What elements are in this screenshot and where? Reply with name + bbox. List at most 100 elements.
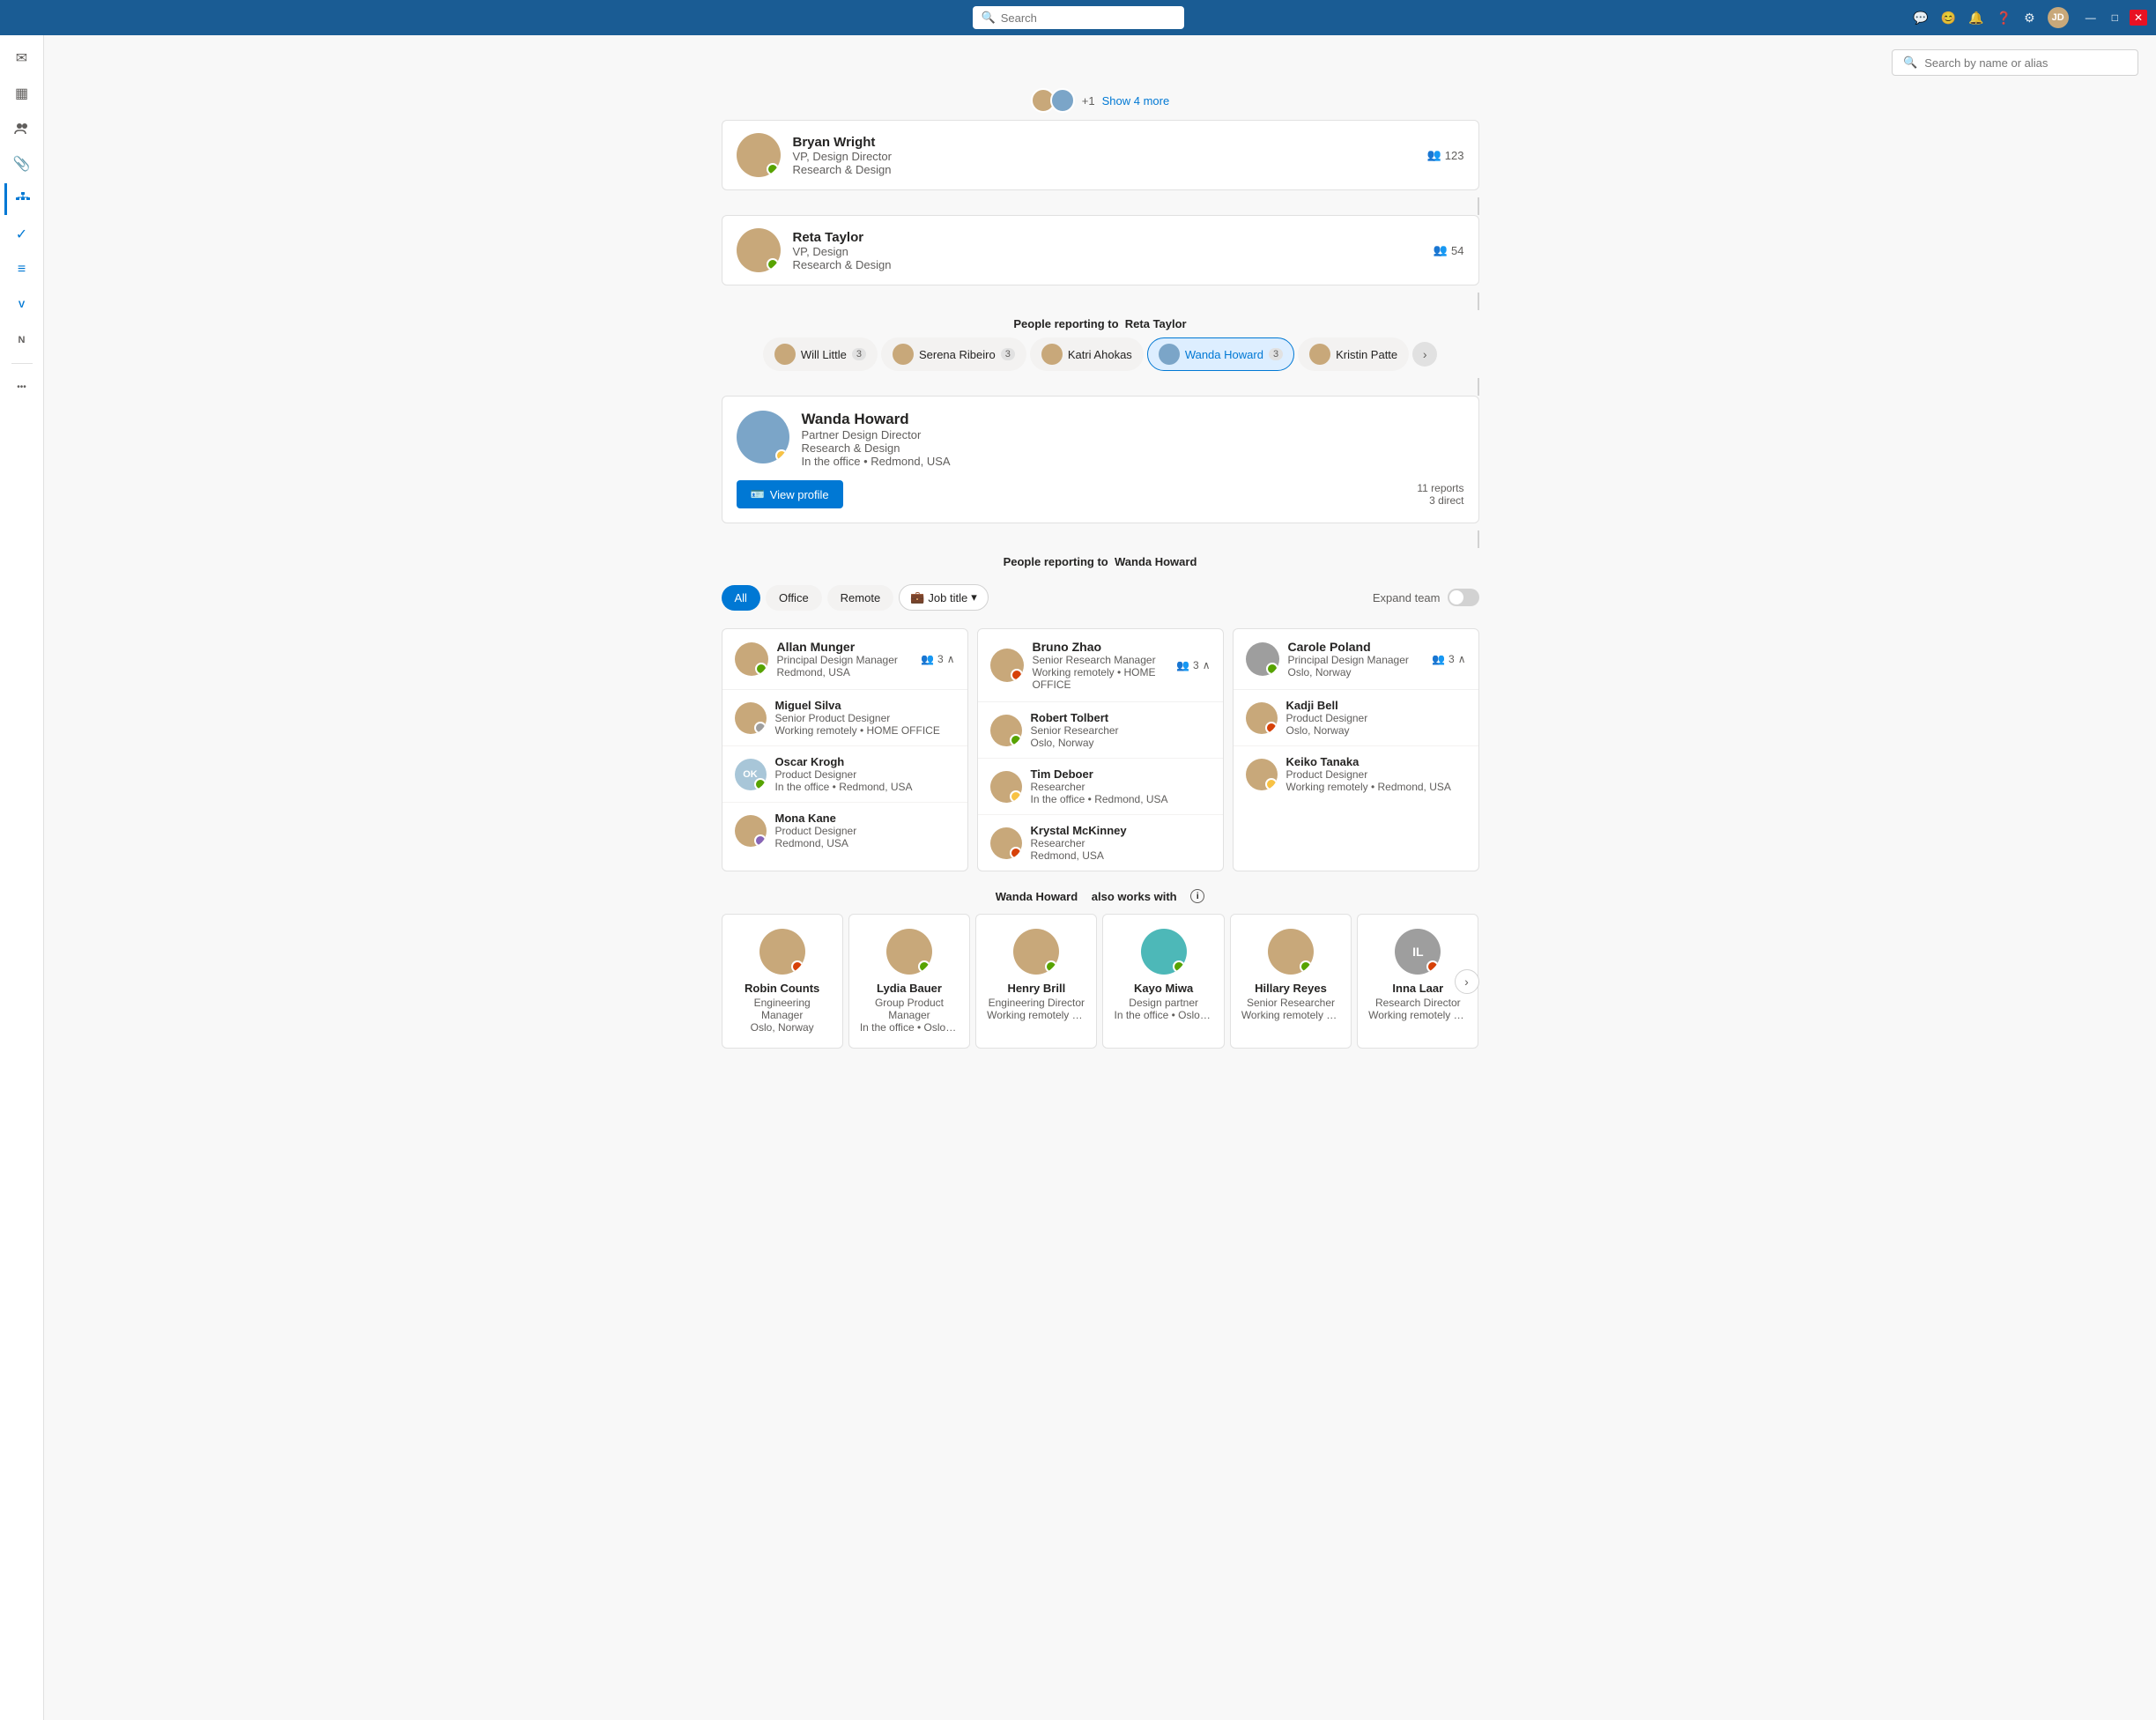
sidebar-item-more[interactable]: ••• [6,371,38,403]
minimize-button[interactable]: — [2081,10,2100,26]
loc-carole-poland: Oslo, Norway [1288,666,1424,678]
help-icon[interactable]: ❓ [1997,11,2012,26]
filter-right: Expand team [1373,589,1479,606]
tab-name-kristin: Kristin Patte [1336,348,1397,361]
notification-icon[interactable]: 🔔 [1968,11,1983,26]
coworkers-row: Robin Counts Engineering Manager Oslo, N… [722,914,1479,1049]
feedback-icon[interactable]: 😊 [1941,11,1956,26]
sidebar-item-attach[interactable]: 📎 [6,148,38,180]
expand-team-toggle[interactable] [1448,589,1479,606]
loc-tim-deboer: In the office • Redmond, USA [1031,793,1211,805]
expand-icon-bruno[interactable]: ∧ [1203,659,1211,671]
member-tim-deboer[interactable]: Tim Deboer Researcher In the office • Re… [978,759,1223,815]
member-keiko-tanaka[interactable]: Keiko Tanaka Product Designer Working re… [1234,746,1478,802]
member-kadji-bell[interactable]: Kadji Bell Product Designer Oslo, Norway [1234,690,1478,746]
tab-kristin-patte[interactable]: Kristin Patte [1298,337,1409,371]
column-header-allan[interactable]: Allan Munger Principal Design Manager Re… [722,629,967,690]
title-bryan-wright: VP, Design Director [793,150,1415,163]
member-krystal-mckinney[interactable]: Krystal McKinney Researcher Redmond, USA [978,815,1223,871]
name-search-input[interactable] [1924,56,2127,70]
loc-bruno-zhao: Working remotely • HOME OFFICE [1033,666,1168,691]
role-kayo-miwa: Design partner [1129,997,1198,1009]
expand-icon-carole[interactable]: ∧ [1458,653,1466,665]
column-header-bruno[interactable]: Bruno Zhao Senior Research Manager Worki… [978,629,1223,702]
tab-avatar-wanda [1159,344,1180,365]
member-robert-tolbert[interactable]: Robert Tolbert Senior Researcher Oslo, N… [978,702,1223,759]
profile-icon: 🪪 [751,487,765,501]
expand-icon-allan[interactable]: ∧ [947,653,955,665]
chat-icon[interactable]: 💬 [1913,11,1928,26]
loc-oscar-krogh: In the office • Redmond, USA [775,781,955,793]
maximize-button[interactable]: □ [2108,10,2123,26]
titlebar-search-input[interactable] [1001,11,1175,25]
title-reta-taylor: VP, Design [793,245,1421,258]
name-robert-tolbert: Robert Tolbert [1031,711,1211,724]
view-profile-label: View profile [770,488,829,501]
name-search-input-wrapper[interactable]: 🔍 [1892,49,2138,76]
org-card-bryan-wright[interactable]: Bryan Wright VP, Design Director Researc… [722,120,1479,190]
settings-icon[interactable]: ⚙ [2024,11,2035,26]
filter-jobtitle-dropdown[interactable]: 💼 Job title ▾ [899,584,989,611]
show-more-button[interactable]: Show 4 more [1102,94,1170,108]
status-robin [791,960,804,973]
tab-avatar-serena [893,344,914,365]
sidebar-item-people[interactable] [6,113,38,145]
sidebar-item-calendar[interactable]: ▦ [6,78,38,109]
loc-lydia-bauer: In the office • Oslo, Norway [860,1021,959,1034]
sidebar-item-list[interactable]: ≡ [6,254,38,285]
name-bryan-wright: Bryan Wright [793,135,1415,150]
filter-all-button[interactable]: All [722,585,760,611]
filter-left: All Office Remote 💼 Job title ▾ [722,584,989,611]
also-works-section: Wanda Howard also works with i Robin Cou… [722,889,1479,1049]
coworker-henry-brill[interactable]: Henry Brill Engineering Director Working… [975,914,1097,1049]
loc-mona-kane: Redmond, USA [775,837,955,849]
scroll-right-button[interactable]: › [1455,969,1479,994]
tab-serena-ribeiro[interactable]: Serena Ribeiro 3 [881,337,1026,371]
status-lydia [918,960,930,973]
count-val-allan: 3 [937,653,944,665]
people-column-2: Bruno Zhao Senior Research Manager Worki… [977,628,1224,871]
titlebar-search-box[interactable]: 🔍 [973,6,1184,29]
selected-actions: 🪪 View profile 11 reports 3 direct [737,480,1464,508]
org-card-reta-taylor[interactable]: Reta Taylor VP, Design Research & Design… [722,215,1479,285]
user-avatar-titlebar[interactable]: JD [2048,7,2069,28]
tab-will-little[interactable]: Will Little 3 [763,337,878,371]
member-oscar-krogh[interactable]: OK Oscar Krogh Product Designer In the o… [722,746,967,803]
people-tabs-row: Will Little 3 Serena Ribeiro 3 Katri Aho… [722,337,1479,371]
member-miguel-silva[interactable]: Miguel Silva Senior Product Designer Wor… [722,690,967,746]
name-allan-munger: Allan Munger [777,640,913,654]
sidebar-item-viva[interactable]: V [6,289,38,321]
coworker-hillary-reyes[interactable]: Hillary Reyes Senior Researcher Working … [1230,914,1352,1049]
loc-robert-tolbert: Oslo, Norway [1031,737,1211,749]
also-works-connector: also works with [1092,890,1177,903]
name-oscar-krogh: Oscar Krogh [775,755,955,768]
stacked-avatar-2 [1050,88,1075,113]
coworker-kayo-miwa[interactable]: Kayo Miwa Design partner In the office •… [1102,914,1224,1049]
sidebar-item-org[interactable] [4,183,39,215]
member-mona-kane[interactable]: Mona Kane Product Designer Redmond, USA [722,803,967,858]
sidebar-item-check[interactable]: ✓ [6,219,38,250]
tab-katri-ahokas[interactable]: Katri Ahokas [1030,337,1144,371]
coworker-lydia-bauer[interactable]: Lydia Bauer Group Product Manager In the… [848,914,970,1049]
sidebar-item-mail[interactable]: ✉ [6,42,38,74]
sidebar-item-onenote[interactable]: N [6,324,38,356]
expand-team-label: Expand team [1373,591,1441,604]
status-wanda [775,449,788,462]
tab-wanda-howard[interactable]: Wanda Howard 3 [1147,337,1294,371]
people-icon-sm: 👥 [921,653,934,665]
coworker-robin-counts[interactable]: Robin Counts Engineering Manager Oslo, N… [722,914,843,1049]
tabs-more-button[interactable]: › [1412,342,1437,367]
dept-reta-taylor: Research & Design [793,258,1421,271]
info-mona-kane: Mona Kane Product Designer Redmond, USA [775,812,955,849]
role-hillary-reyes: Senior Researcher [1247,997,1335,1009]
filter-remote-button[interactable]: Remote [827,585,894,611]
view-profile-button[interactable]: 🪪 View profile [737,480,843,508]
role-mona-kane: Product Designer [775,825,955,837]
toggle-thumb [1449,590,1463,604]
column-header-carole[interactable]: Carole Poland Principal Design Manager O… [1234,629,1478,690]
avatar-wanda-howard [737,411,789,463]
close-button[interactable]: ✕ [2130,10,2147,26]
filter-office-button[interactable]: Office [766,585,822,611]
info-icon[interactable]: i [1190,889,1204,903]
status-miguel [754,722,767,734]
